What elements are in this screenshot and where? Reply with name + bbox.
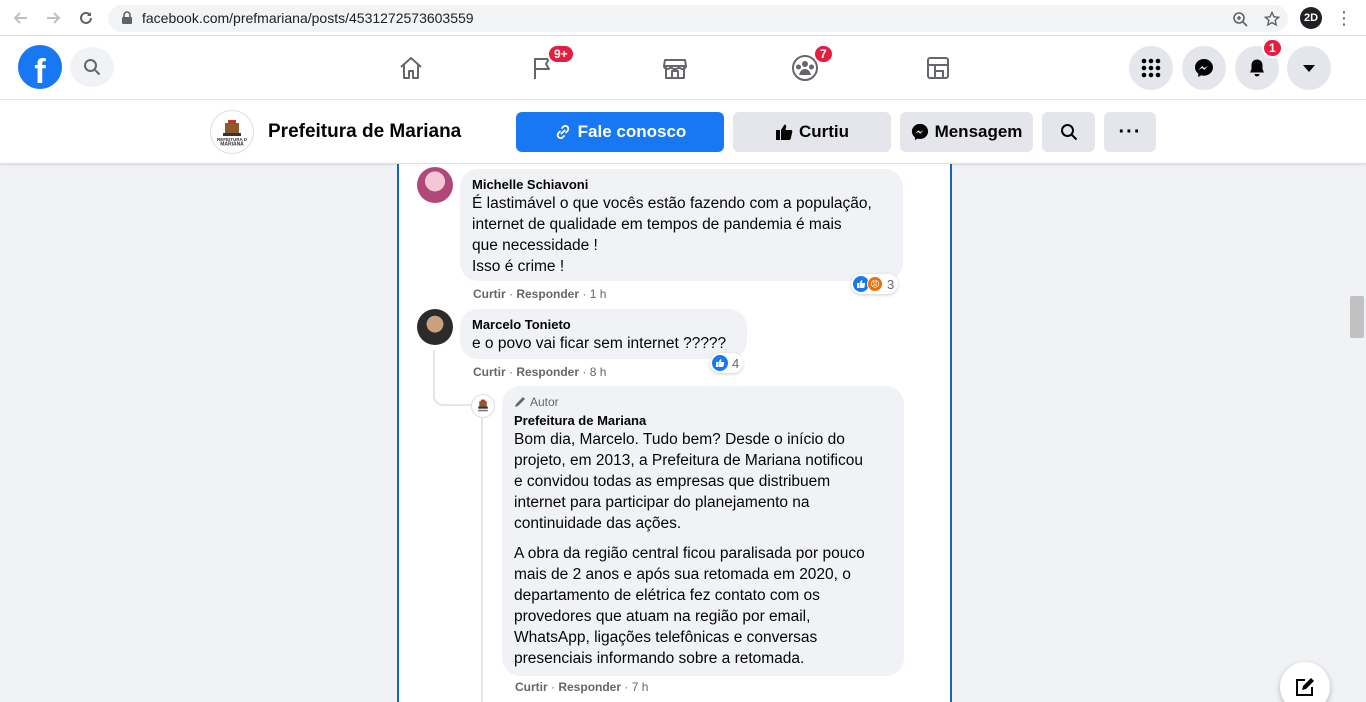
comment-author[interactable]: Marcelo Tonieto	[472, 317, 735, 333]
reply-paragraph: A obra da região central ficou paralisad…	[514, 545, 865, 667]
messenger-icon	[911, 123, 928, 141]
facebook-top-nav: f 9+ 7 1	[0, 36, 1366, 100]
search-icon	[1060, 124, 1077, 141]
comment-reactions[interactable]: 😡 3	[851, 274, 899, 294]
pages-notification-badge: 9+	[547, 44, 575, 64]
comment-author[interactable]: Michelle Schiavoni	[472, 177, 891, 193]
tab-gaming[interactable]	[910, 44, 966, 92]
reply-comment-link[interactable]: Responder	[516, 365, 579, 379]
reply-author[interactable]: Prefeitura de Mariana	[514, 413, 892, 429]
liked-button-label: Curtiu	[798, 122, 850, 141]
pencil-icon	[515, 397, 525, 407]
like-reply-link[interactable]: Curtir	[515, 680, 548, 694]
reply-thread-line	[481, 404, 483, 702]
comment-reactions[interactable]: 4	[710, 353, 744, 373]
thread-connector-line	[433, 350, 471, 406]
author-badge-label: Autor	[530, 395, 559, 409]
back-icon[interactable]	[10, 7, 32, 29]
tab-groups[interactable]: 7	[777, 44, 834, 92]
message-button-label: Mensagem	[934, 122, 1023, 141]
search-button[interactable]	[70, 47, 114, 87]
page-avatar[interactable]: PREFEITURA DE MARIANA	[210, 110, 254, 154]
commenter-avatar[interactable]	[417, 309, 453, 345]
browser-toolbar: facebook.com/prefmariana/posts/453127257…	[0, 0, 1366, 36]
reply-author-avatar[interactable]	[471, 394, 495, 418]
more-options-button[interactable]: ···	[1104, 112, 1156, 152]
commenter-avatar[interactable]	[417, 167, 453, 203]
chevron-down-icon	[1303, 65, 1315, 72]
page-title[interactable]: Prefeitura de Mariana	[268, 121, 461, 143]
message-button[interactable]: Mensagem	[900, 112, 1033, 152]
messenger-button[interactable]	[1182, 46, 1226, 90]
notifications-button[interactable]: 1	[1235, 38, 1283, 90]
liked-button[interactable]: Curtiu	[733, 112, 891, 152]
thumbs-up-icon	[775, 124, 793, 140]
angry-reaction-icon: 😡	[867, 276, 883, 292]
reply-timestamp[interactable]: 7 h	[632, 680, 649, 694]
reply-reply-link[interactable]: Responder	[558, 680, 621, 694]
compose-icon	[1296, 678, 1314, 696]
reply-paragraph: Bom dia, Marcelo. Tudo bem? Desde o iníc…	[514, 431, 863, 532]
reply-bubble: Autor Prefeitura de Mariana Bom dia, Mar…	[502, 386, 904, 676]
page-scrollbar[interactable]	[1350, 296, 1364, 338]
messenger-icon	[1195, 59, 1213, 77]
comment-actions: Curtir · Responder · 8 h	[473, 365, 607, 379]
search-icon	[84, 59, 101, 76]
comment-text: e o povo vai ficar sem internet ?????	[472, 335, 727, 352]
bell-icon	[1250, 59, 1264, 77]
like-comment-link[interactable]: Curtir	[473, 287, 506, 301]
tab-pages[interactable]: 9+	[515, 44, 575, 92]
menu-button[interactable]	[1129, 46, 1173, 90]
page-search-button[interactable]	[1042, 112, 1095, 152]
address-bar[interactable]: facebook.com/prefmariana/posts/453127257…	[108, 5, 1288, 32]
contact-button[interactable]: Fale conosco	[516, 112, 724, 152]
comment-timestamp[interactable]: 8 h	[590, 365, 607, 379]
url-text: facebook.com/prefmariana/posts/453127257…	[142, 10, 474, 26]
bell-notification-badge: 1	[1262, 38, 1283, 58]
new-message-button[interactable]	[1280, 662, 1330, 702]
account-button[interactable]	[1287, 46, 1331, 90]
reply-actions: Curtir · Responder · 7 h	[515, 680, 649, 694]
like-reaction-icon	[712, 355, 728, 371]
facebook-logo[interactable]: f	[18, 45, 62, 89]
lock-icon	[122, 11, 132, 24]
comment-bubble: Marcelo Tonieto e o povo vai ficar sem i…	[460, 309, 747, 359]
home-icon	[400, 57, 422, 79]
bookmark-star-icon[interactable]	[1262, 9, 1282, 29]
svg-text:MARIANA: MARIANA	[220, 142, 244, 148]
contact-button-label: Fale conosco	[577, 122, 687, 141]
tab-marketplace[interactable]	[647, 44, 703, 92]
reaction-count: 3	[887, 276, 895, 292]
browser-profile-avatar[interactable]: 2D	[1300, 7, 1322, 29]
link-icon	[556, 125, 569, 139]
reload-icon[interactable]	[75, 7, 97, 29]
zoom-icon[interactable]	[1230, 9, 1250, 29]
comments-section: Michelle Schiavoni É lastimável o que vo…	[397, 164, 952, 702]
like-comment-link[interactable]: Curtir	[473, 365, 506, 379]
marketplace-icon	[663, 59, 687, 79]
comment-bubble: Michelle Schiavoni É lastimável o que vo…	[460, 169, 903, 281]
comment-timestamp[interactable]: 1 h	[590, 287, 607, 301]
groups-notification-badge: 7	[813, 44, 834, 64]
grid-menu-icon	[1141, 58, 1161, 78]
browser-menu-icon[interactable]: ⋮	[1335, 7, 1353, 29]
gaming-icon	[927, 57, 949, 79]
author-badge: Autor	[514, 394, 892, 410]
comment-text: É lastimável o que vocês estão fazendo c…	[472, 195, 872, 275]
coat-of-arms-logo: PREFEITURA DE MARIANA	[217, 120, 247, 148]
page-header-bar: PREFEITURA DE MARIANA Prefeitura de Mari…	[0, 100, 1366, 164]
tab-home[interactable]	[383, 44, 439, 92]
reaction-count: 4	[732, 355, 740, 371]
forward-icon[interactable]	[42, 7, 64, 29]
reply-comment-link[interactable]: Responder	[516, 287, 579, 301]
comment-actions: Curtir · Responder · 1 h	[473, 287, 607, 301]
